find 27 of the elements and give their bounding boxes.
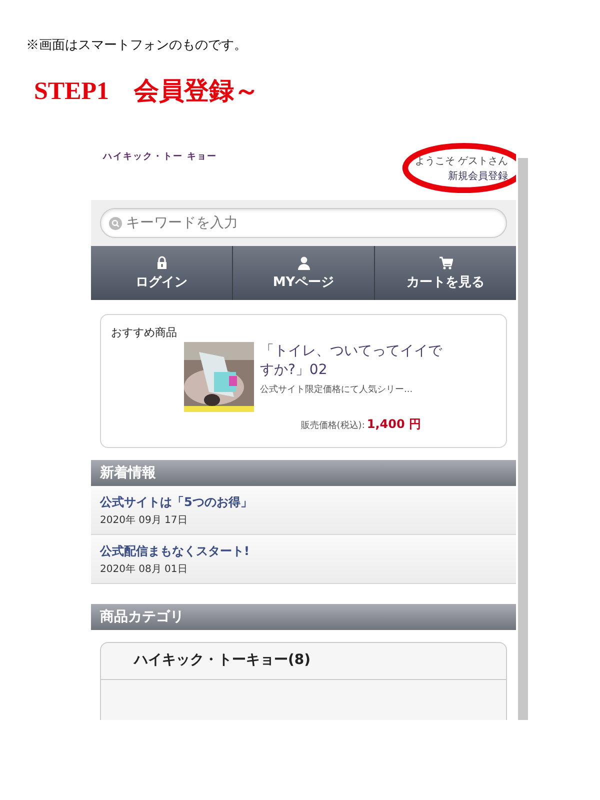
person-icon xyxy=(296,256,310,270)
nav-button[interactable]: カートを見る xyxy=(375,246,516,300)
price-value: 1,400 円 xyxy=(366,416,421,433)
section-header: 商品カテゴリ xyxy=(91,604,516,630)
news-title[interactable]: 公式配信まもなくスタート! xyxy=(100,543,507,560)
nav-button[interactable]: MYページ xyxy=(233,246,375,300)
product-description: 公式サイト限定価格にて人気シリー... xyxy=(260,384,414,396)
news-item[interactable]: 公式配信まもなくスタート! 2020年 08月 01日 xyxy=(91,535,516,584)
price-label: 販売価格(税込): xyxy=(300,420,365,432)
news-item[interactable]: 公式サイトは「5つのお得」 2020年 09月 17日 xyxy=(91,486,516,535)
cart-icon xyxy=(438,256,452,270)
search-field[interactable]: キーワードを入力 xyxy=(100,208,507,238)
step-heading: STEP1 会員登録～ xyxy=(34,77,260,107)
note-text: ※画面はスマートフォンのものです。 xyxy=(26,37,247,54)
lock-icon xyxy=(154,256,168,270)
product-title[interactable]: 「トイレ、ついてってイイですか?」02 xyxy=(260,342,445,380)
nav-button[interactable]: ログイン xyxy=(91,246,233,300)
scrollbar[interactable] xyxy=(518,158,528,720)
logo[interactable]: ハイキック・トー キョー xyxy=(103,150,218,163)
news-date: 2020年 08月 01日 xyxy=(100,563,188,576)
news-date: 2020年 09月 17日 xyxy=(100,514,188,527)
news-title[interactable]: 公式サイトは「5つのお得」 xyxy=(100,494,507,511)
section-header: 新着情報 xyxy=(91,460,516,486)
category-item[interactable]: ハイキック・トーキョー(8) xyxy=(101,643,506,680)
featured-heading: おすすめ商品 xyxy=(111,325,178,340)
register-link[interactable]: 新規会員登録 xyxy=(448,169,508,183)
welcome-text: ようこそ ゲストさん xyxy=(414,155,508,168)
